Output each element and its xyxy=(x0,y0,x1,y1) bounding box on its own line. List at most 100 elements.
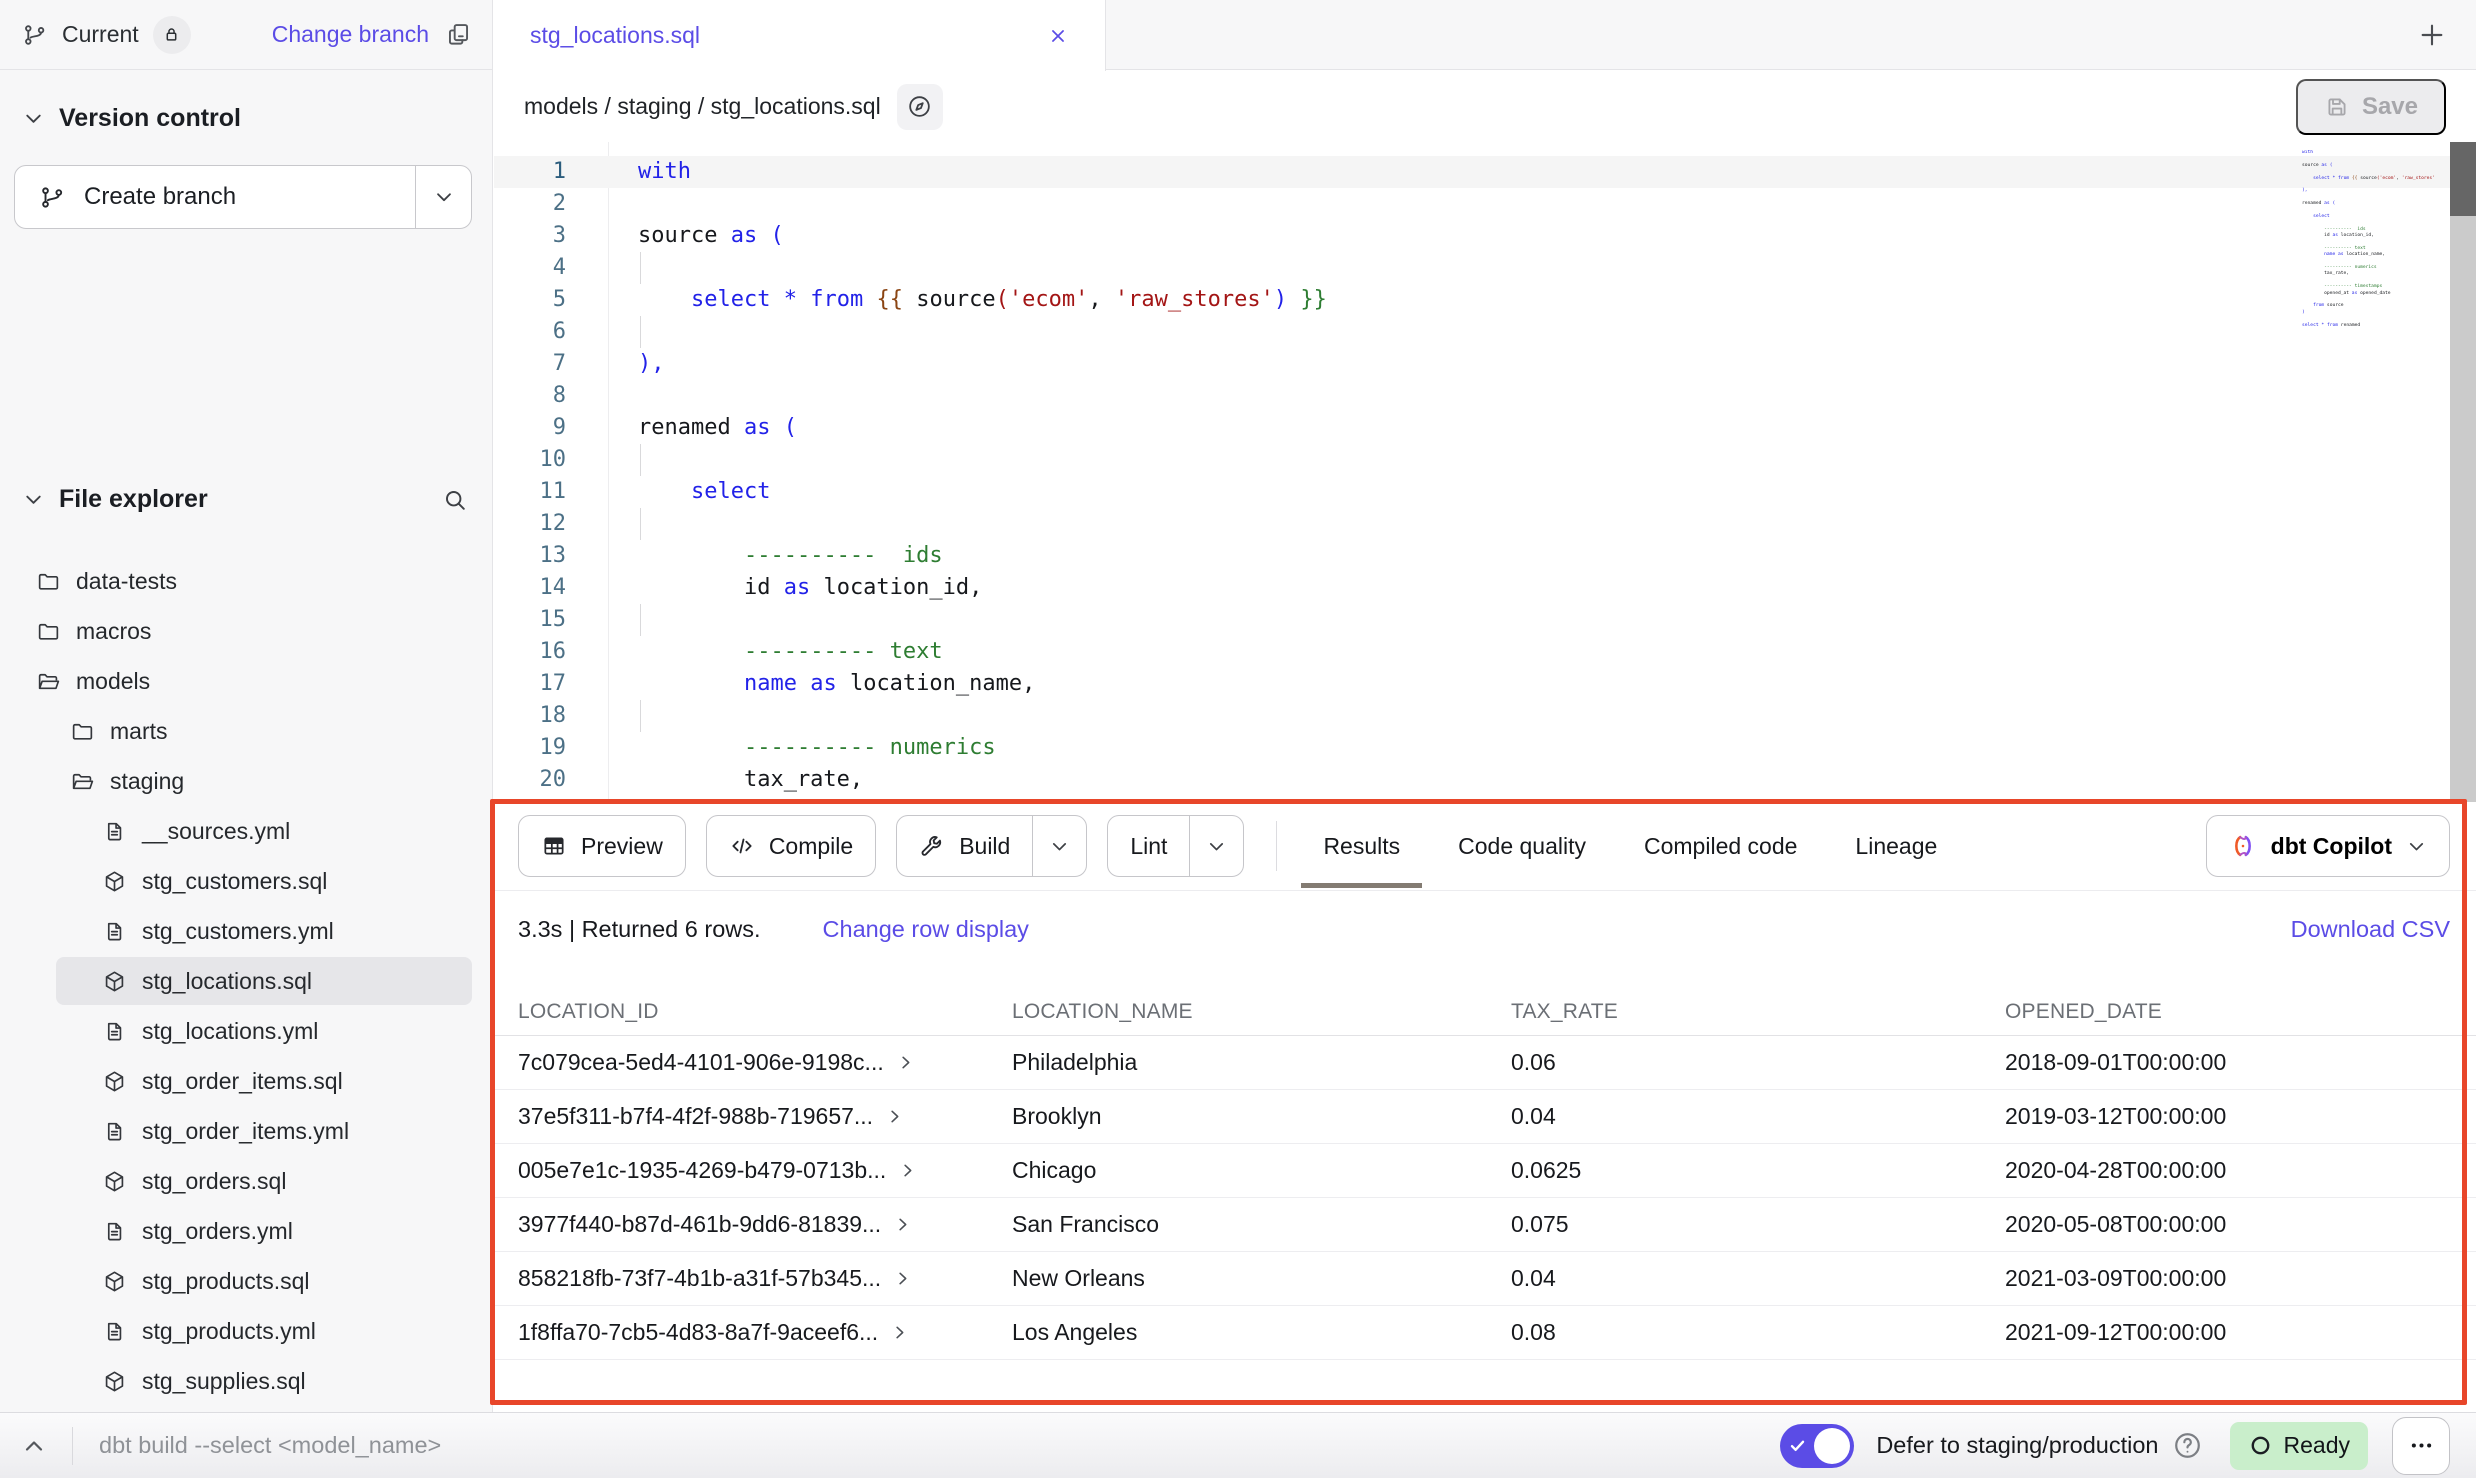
model-icon xyxy=(102,1169,127,1194)
version-control-header[interactable]: Version control xyxy=(22,104,492,133)
table-row[interactable]: 858218fb-73f7-4b1b-a31f-57b345...New Orl… xyxy=(494,1252,2476,1306)
code-line-16[interactable]: 16 ---------- text xyxy=(494,636,2476,668)
expand-chevron-icon[interactable] xyxy=(893,1269,912,1288)
file-item-stg_orders.yml[interactable]: stg_orders.yml xyxy=(0,1206,492,1256)
code-line-18[interactable]: 18 xyxy=(494,700,2476,732)
file-item-staging[interactable]: staging xyxy=(0,756,492,806)
file-item-stg_products.yml[interactable]: stg_products.yml xyxy=(0,1306,492,1356)
cell-location-name: San Francisco xyxy=(988,1211,1487,1238)
file-item-macros[interactable]: macros xyxy=(0,606,492,656)
scrollbar-thumb[interactable] xyxy=(2450,142,2476,216)
build-dropdown-chevron[interactable] xyxy=(1032,816,1086,876)
change-row-display-link[interactable]: Change row display xyxy=(823,916,1029,943)
file-item-marts[interactable]: marts xyxy=(0,706,492,756)
file-item-stg_locations.sql[interactable]: stg_locations.sql xyxy=(0,956,492,1006)
chevron-up-icon[interactable] xyxy=(20,1432,48,1460)
statusbar-right: Defer to staging/production Ready xyxy=(1780,1417,2450,1475)
status-badge[interactable]: Ready xyxy=(2230,1422,2368,1470)
code-line-9[interactable]: 9renamed as ( xyxy=(494,412,2476,444)
download-csv-link[interactable]: Download CSV xyxy=(2291,916,2450,943)
table-row[interactable]: 37e5f311-b7f4-4f2f-988b-719657...Brookly… xyxy=(494,1090,2476,1144)
expand-chevron-icon[interactable] xyxy=(885,1107,904,1126)
table-row[interactable]: 005e7e1c-1935-4269-b479-0713b...Chicago0… xyxy=(494,1144,2476,1198)
code-line-1[interactable]: 1with xyxy=(494,156,2476,188)
command-input[interactable]: dbt build --select <model_name> xyxy=(99,1432,441,1459)
build-label: Build xyxy=(959,833,1010,860)
tab-lineage[interactable]: Lineage xyxy=(1855,802,1937,890)
file-item-__sources.yml[interactable]: __sources.yml xyxy=(0,806,492,856)
table-row[interactable]: 7c079cea-5ed4-4101-906e-9198c...Philadel… xyxy=(494,1036,2476,1090)
change-branch-link[interactable]: Change branch xyxy=(272,21,429,48)
code-line-20[interactable]: 20 tax_rate, xyxy=(494,764,2476,796)
file-item-stg_order_items.sql[interactable]: stg_order_items.sql xyxy=(0,1056,492,1106)
file-item-stg_order_items.yml[interactable]: stg_order_items.yml xyxy=(0,1106,492,1156)
code-brackets-icon xyxy=(729,833,755,859)
table-grid-icon xyxy=(541,833,567,859)
query-status-text: 3.3s | Returned 6 rows. xyxy=(518,916,761,943)
expand-chevron-icon[interactable] xyxy=(890,1323,909,1342)
defer-toggle[interactable] xyxy=(1780,1424,1854,1468)
code-line-6[interactable]: 6 xyxy=(494,316,2476,348)
file-item-stg_products.sql[interactable]: stg_products.sql xyxy=(0,1256,492,1306)
preview-button[interactable]: Preview xyxy=(518,815,686,877)
file-item-data-tests[interactable]: data-tests xyxy=(0,556,492,606)
editor-scrollbar[interactable] xyxy=(2450,142,2476,802)
file-item-stg_orders.sql[interactable]: stg_orders.sql xyxy=(0,1156,492,1206)
code-line-19[interactable]: 19 ---------- numerics xyxy=(494,732,2476,764)
more-options-button[interactable] xyxy=(2392,1417,2450,1475)
code-line-10[interactable]: 10 xyxy=(494,444,2476,476)
compile-button[interactable]: Compile xyxy=(706,815,876,877)
file-item-label: staging xyxy=(110,768,184,795)
code-line-7[interactable]: 7), xyxy=(494,348,2476,380)
create-branch-main[interactable]: Create branch xyxy=(15,166,415,228)
model-icon xyxy=(102,1369,127,1394)
dbt-copilot-button[interactable]: dbt Copilot xyxy=(2206,815,2450,877)
code-line-11[interactable]: 11 select xyxy=(494,476,2476,508)
tab-results[interactable]: Results xyxy=(1323,802,1400,890)
file-item-models[interactable]: models xyxy=(0,656,492,706)
table-row[interactable]: 1f8ffa70-7cb5-4d83-8a7f-9aceef6...Los An… xyxy=(494,1306,2476,1360)
code-editor[interactable]: 1with23source as (45 select * from {{ so… xyxy=(494,142,2476,802)
build-main[interactable]: Build xyxy=(897,816,1032,876)
code-line-13[interactable]: 13 ---------- ids xyxy=(494,540,2476,572)
lint-main[interactable]: Lint xyxy=(1108,816,1189,876)
tab-compiled-code[interactable]: Compiled code xyxy=(1644,802,1797,890)
file-explorer-header[interactable]: File explorer xyxy=(22,485,468,514)
results-table-header: LOCATION_ID LOCATION_NAME TAX_RATE OPENE… xyxy=(494,988,2476,1036)
lint-dropdown-chevron[interactable] xyxy=(1189,816,1243,876)
defer-label: Defer to staging/production xyxy=(1876,1432,2158,1459)
table-row[interactable]: 3977f440-b87d-461b-9dd6-81839...San Fran… xyxy=(494,1198,2476,1252)
col-location-id: LOCATION_ID xyxy=(494,1000,988,1024)
code-line-8[interactable]: 8 xyxy=(494,380,2476,412)
code-line-15[interactable]: 15 xyxy=(494,604,2476,636)
save-button[interactable]: Save xyxy=(2296,79,2446,135)
panel-toolbar: Preview Compile Build Lint Results Code … xyxy=(494,802,2476,891)
compile-label: Compile xyxy=(769,833,853,860)
lineage-compass-icon[interactable] xyxy=(897,84,943,130)
file-item-stg_supplies.sql[interactable]: stg_supplies.sql xyxy=(0,1356,492,1406)
file-item-label: stg_locations.yml xyxy=(142,1018,318,1045)
search-icon[interactable] xyxy=(442,487,468,513)
tab-code-quality[interactable]: Code quality xyxy=(1458,802,1586,890)
code-line-4[interactable]: 4 xyxy=(494,252,2476,284)
close-icon[interactable] xyxy=(1047,25,1069,47)
tab-stg-locations[interactable]: stg_locations.sql xyxy=(494,0,1106,71)
code-line-12[interactable]: 12 xyxy=(494,508,2476,540)
code-line-2[interactable]: 2 xyxy=(494,188,2476,220)
expand-chevron-icon[interactable] xyxy=(893,1215,912,1234)
editor-minimap[interactable]: withsource as ( select * from {{ source(… xyxy=(2302,150,2434,329)
help-icon[interactable] xyxy=(2171,1429,2204,1462)
code-line-17[interactable]: 17 name as location_name, xyxy=(494,668,2476,700)
code-line-5[interactable]: 5 select * from {{ source('ecom', 'raw_s… xyxy=(494,284,2476,316)
create-branch-dropdown[interactable] xyxy=(415,166,471,228)
code-line-14[interactable]: 14 id as location_id, xyxy=(494,572,2476,604)
code-line-3[interactable]: 3source as ( xyxy=(494,220,2476,252)
file-item-stg_locations.yml[interactable]: stg_locations.yml xyxy=(0,1006,492,1056)
new-tab-plus-icon[interactable] xyxy=(2416,19,2448,51)
file-item-label: stg_customers.yml xyxy=(142,918,334,945)
file-item-stg_customers.sql[interactable]: stg_customers.sql xyxy=(0,856,492,906)
expand-chevron-icon[interactable] xyxy=(898,1161,917,1180)
copy-icon[interactable] xyxy=(445,21,472,48)
file-item-stg_customers.yml[interactable]: stg_customers.yml xyxy=(0,906,492,956)
expand-chevron-icon[interactable] xyxy=(896,1053,915,1072)
